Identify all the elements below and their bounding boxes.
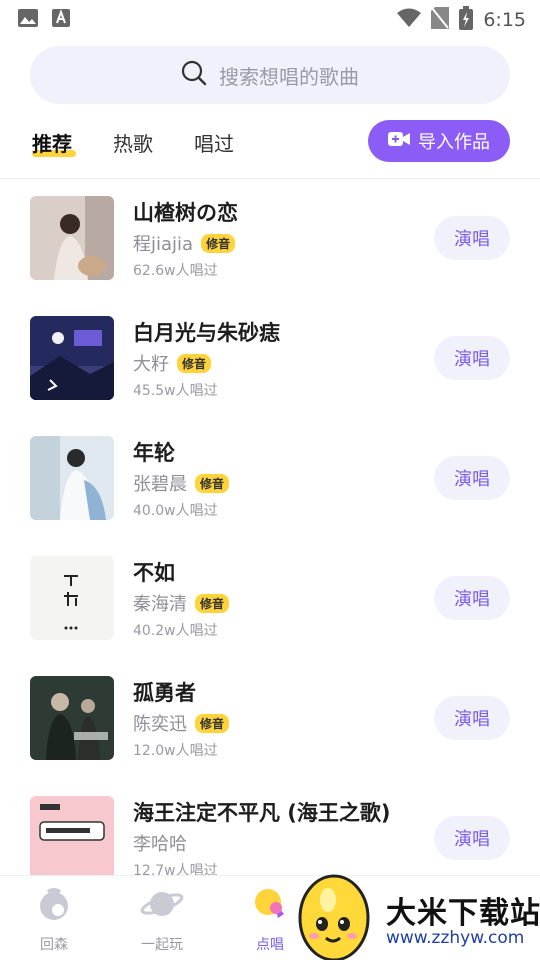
- song-row[interactable]: 山楂树の恋 程jiajia 修音 62.6w人唱过 演唱: [0, 180, 540, 300]
- tab-recommended[interactable]: 推荐: [32, 128, 72, 157]
- artist-name: 大籽: [133, 354, 169, 375]
- song-title: 海王注定不平凡 (海王之歌): [133, 801, 391, 825]
- search-icon: [181, 60, 207, 90]
- song-row[interactable]: 孤勇者 陈奕迅 修音 12.0w人唱过 演唱: [0, 660, 540, 780]
- song-title: 孤勇者: [133, 681, 196, 705]
- image-notification-icon: [18, 9, 38, 31]
- sing-button[interactable]: 演唱: [434, 576, 510, 620]
- video-camera-icon: [388, 130, 410, 153]
- tuning-badge: 修音: [195, 713, 230, 733]
- watermark-title: 大米下载站: [386, 896, 540, 931]
- tab-hot-songs[interactable]: 热歌: [113, 128, 153, 157]
- battery-icon: [459, 6, 474, 34]
- microphone-icon: [250, 889, 290, 928]
- sing-button[interactable]: 演唱: [434, 816, 510, 860]
- header-divider: [0, 178, 540, 179]
- artist-name: 陈奕迅: [133, 714, 187, 735]
- artist-name: 张碧晨: [133, 474, 187, 495]
- sing-button[interactable]: 演唱: [434, 336, 510, 380]
- sing-count: 40.2w人唱过: [133, 623, 218, 639]
- album-cover: [30, 196, 114, 280]
- sing-button[interactable]: 演唱: [434, 456, 510, 500]
- song-title: 年轮: [133, 441, 175, 465]
- import-works-label: 导入作品: [418, 132, 490, 153]
- sing-count: 62.6w人唱过: [133, 263, 218, 279]
- album-cover: [30, 796, 114, 875]
- album-cover: [30, 676, 114, 760]
- sing-count: 40.0w人唱过: [133, 503, 218, 519]
- font-notification-icon: [52, 9, 70, 31]
- song-title: 不如: [133, 561, 175, 585]
- clock: 6:15: [483, 9, 526, 31]
- nav-item-huisen[interactable]: 回森: [14, 884, 94, 953]
- sing-button[interactable]: 演唱: [434, 696, 510, 740]
- no-sim-icon: [431, 7, 450, 33]
- nav-item-play-together[interactable]: 一起玩: [122, 884, 202, 953]
- album-cover: [30, 436, 114, 520]
- import-works-button[interactable]: 导入作品: [368, 120, 510, 162]
- song-row[interactable]: 年轮 张碧晨 修音 40.0w人唱过 演唱: [0, 420, 540, 540]
- song-artist-line: 李哈哈: [133, 830, 187, 856]
- wifi-icon: [397, 8, 422, 32]
- search-bar[interactable]: 搜索想唱的歌曲: [30, 46, 510, 104]
- watermark: 大米下载站 www.zzhyw.com: [298, 866, 540, 960]
- tuning-badge: 修音: [195, 593, 230, 613]
- song-artist-line: 秦海清 修音: [133, 590, 230, 616]
- watermark-url: www.zzhyw.com: [386, 928, 525, 948]
- sing-button[interactable]: 演唱: [434, 216, 510, 260]
- artist-name: 李哈哈: [133, 834, 187, 855]
- nav-label: 回森: [40, 937, 68, 953]
- song-artist-line: 张碧晨 修音: [133, 470, 230, 496]
- search-placeholder: 搜索想唱的歌曲: [219, 64, 359, 89]
- artist-name: 程jiajia: [133, 234, 194, 255]
- song-list: 山楂树の恋 程jiajia 修音 62.6w人唱过 演唱 白月光与朱砂痣 大籽 …: [0, 180, 540, 875]
- song-artist-line: 陈奕迅 修音: [133, 710, 230, 736]
- song-row[interactable]: 白月光与朱砂痣 大籽 修音 45.5w人唱过 演唱: [0, 300, 540, 420]
- song-row[interactable]: 不如 秦海清 修音 40.2w人唱过 演唱: [0, 540, 540, 660]
- tuning-badge: 修音: [201, 233, 236, 253]
- nav-label: 一起玩: [141, 937, 183, 953]
- sing-count: 12.0w人唱过: [133, 743, 218, 759]
- song-row[interactable]: 海王注定不平凡 (海王之歌) 李哈哈 12.7w人唱过 演唱: [0, 780, 540, 875]
- album-cover: [30, 316, 114, 400]
- status-bar: 6:15: [0, 0, 540, 36]
- sing-count: 45.5w人唱过: [133, 383, 218, 399]
- planet-icon: [140, 892, 184, 928]
- huisen-icon: [34, 888, 74, 928]
- song-artist-line: 大籽 修音: [133, 350, 212, 376]
- song-title: 白月光与朱砂痣: [133, 321, 280, 345]
- artist-name: 秦海清: [133, 594, 187, 615]
- song-title: 山楂树の恋: [133, 201, 238, 225]
- sing-count: 12.7w人唱过: [133, 863, 218, 875]
- album-cover: [30, 556, 114, 640]
- tab-sung[interactable]: 唱过: [194, 128, 234, 157]
- song-artist-line: 程jiajia 修音: [133, 230, 236, 256]
- tuning-badge: 修音: [195, 473, 230, 493]
- tuning-badge: 修音: [177, 353, 212, 373]
